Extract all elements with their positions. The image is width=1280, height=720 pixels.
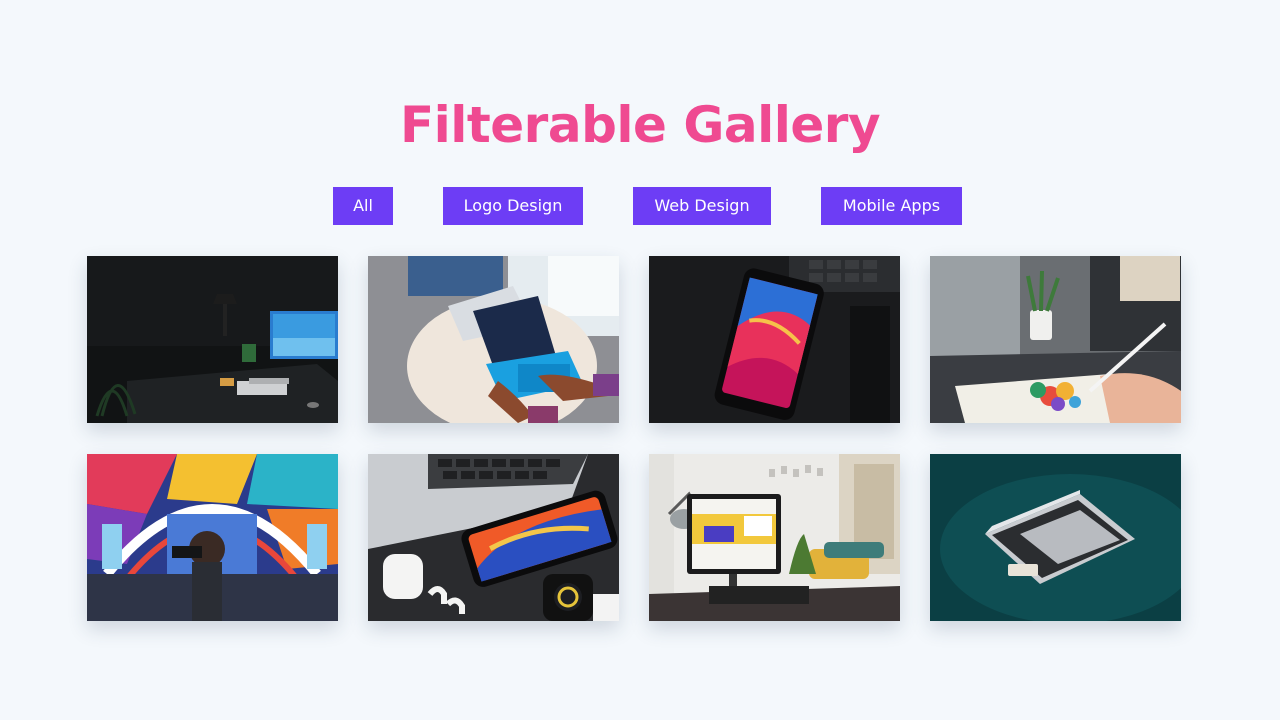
filter-logo-design-button[interactable]: Logo Design [443, 187, 583, 225]
monitor-room-image [649, 454, 900, 621]
gallery-item-smartphone[interactable] [649, 256, 900, 423]
filter-all-button[interactable]: All [333, 187, 393, 225]
filter-web-design-button[interactable]: Web Design [633, 187, 771, 225]
stylus-drawing-image [930, 256, 1181, 423]
filter-mobile-apps-button[interactable]: Mobile Apps [821, 187, 962, 225]
gallery-item-stylus-drawing[interactable] [930, 256, 1181, 423]
gallery-item-desk-setup[interactable] [87, 256, 338, 423]
gallery-item-laptop-round-table[interactable] [368, 256, 619, 423]
gallery-item-laptop-green[interactable] [930, 454, 1181, 621]
gallery-item-phone-watch-airpods[interactable] [368, 454, 619, 621]
laptop-table-image [368, 256, 619, 423]
smartphone-image [649, 256, 900, 423]
gallery-item-monitor-living-room[interactable] [649, 454, 900, 621]
devices-image [368, 454, 619, 621]
laptop-green-image [930, 454, 1181, 621]
filter-bar: All Logo Design Web Design Mobile Apps [0, 187, 1280, 225]
gallery-item-photographer-hall[interactable] [87, 454, 338, 621]
desk-setup-image [87, 256, 338, 423]
page-title: Filterable Gallery [399, 96, 881, 154]
photographer-hall-image [87, 454, 338, 621]
